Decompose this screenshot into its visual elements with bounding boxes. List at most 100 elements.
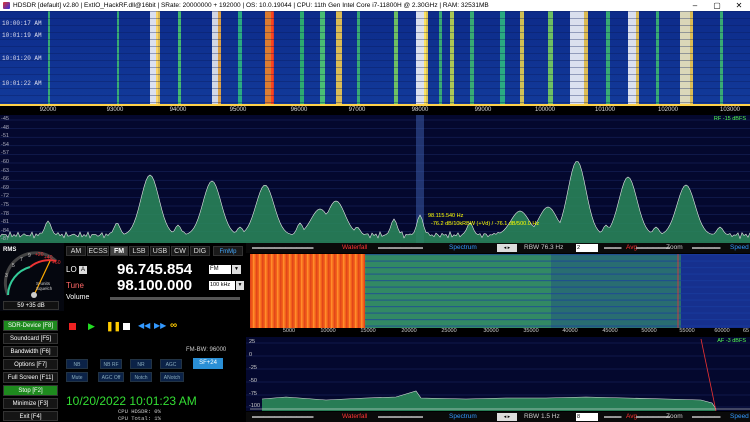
rf-spectrum-plot	[0, 115, 750, 243]
avg-slider[interactable]: ▬▬▬	[604, 413, 621, 420]
freq-tick: 101000	[594, 107, 616, 113]
s-scale-tick: +60	[52, 260, 61, 266]
rewind-icon[interactable]: ◀◀	[138, 321, 150, 330]
stereo-sf-button[interactable]: SF+24	[193, 358, 223, 369]
arrows-stepper[interactable]: ◂ ▸	[497, 413, 517, 421]
sdr-device-button[interactable]: SDR-Device [F8]	[3, 320, 58, 331]
soundcard-button[interactable]: Soundcard [F5]	[3, 333, 58, 344]
waterfall-label: Waterfall	[342, 244, 368, 251]
freq-tick: 94000	[169, 107, 187, 113]
transport-bar: ▶ ❚❚ ◀◀ ▶▶ ∞	[66, 320, 186, 332]
forward-icon[interactable]: ▶▶	[154, 321, 166, 330]
agc-off-button[interactable]: AGC Off	[98, 372, 124, 382]
minimize-window-icon[interactable]: –	[684, 1, 706, 10]
af-level-label: AF -3 dBFS	[717, 338, 746, 344]
nr-button[interactable]: NR	[130, 359, 152, 369]
stop-icon[interactable]	[123, 323, 130, 330]
freq-tick: 100000	[534, 107, 556, 113]
nb-rf-button[interactable]: NB RF	[100, 359, 122, 369]
waterfall-control-bar: ▬▬▬▬▬▬▬▬▬▬▬ Waterfall ▬▬▬▬▬▬▬▬ Spectrum …	[246, 243, 750, 253]
zoom-slider[interactable]: ▬▬▬▬▬	[692, 244, 720, 251]
pause-icon[interactable]: ❚❚	[106, 321, 121, 332]
main-waterfall[interactable]: 10:00:17 AM 10:01:19 AM 10:01:20 AM 10:0…	[0, 11, 750, 106]
zoom-freq-tick: 20000	[401, 328, 417, 334]
freq-tick: 103000	[719, 107, 741, 113]
waterfall-timestamp: 10:00:17 AM	[2, 20, 42, 27]
mode-dig-button[interactable]: DIG	[190, 246, 210, 256]
cursor-frequency: 98.115.540 Hz	[428, 213, 464, 219]
zoom-freq-tick: 10000	[320, 328, 336, 334]
freq-tick: 95000	[229, 107, 247, 113]
avg-level-slider[interactable]: ▬▬▬▬▬▬	[636, 413, 670, 420]
rbw-select[interactable]: 2	[576, 244, 598, 252]
record-icon[interactable]	[69, 323, 76, 330]
speed-label: Speed	[730, 413, 749, 420]
tune-step-select[interactable]: 100 kHz	[209, 281, 235, 290]
fmmp-button[interactable]: FmMp	[213, 246, 243, 256]
close-window-icon[interactable]: ✕	[728, 1, 750, 10]
freq-tick: 102000	[657, 107, 679, 113]
zoom-freq-tick: 55000	[679, 328, 695, 334]
minimize-button[interactable]: Minimize [F3]	[3, 398, 58, 409]
zoom-freq-tick: 35000	[523, 328, 539, 334]
rf-spectrum[interactable]: -45 -48 -51 -54 -57 -60 -63 -66 -69 -72 -75 -78 -81-…	[0, 115, 750, 243]
lo-a-button[interactable]: A	[79, 266, 87, 274]
zoom-label: Zoom	[666, 413, 683, 420]
agc-button[interactable]: AGC	[160, 359, 182, 369]
zoom-slider[interactable]: ▬▬▬▬▬	[692, 413, 720, 420]
avg-slider[interactable]: ▬▬▬	[604, 244, 621, 251]
loop-icon[interactable]: ∞	[170, 320, 177, 331]
cpu-total: CPU Total: 1%	[118, 415, 161, 422]
lo-frequency[interactable]: 96.745.854	[117, 261, 192, 278]
af-y-label: 0	[249, 352, 253, 358]
volume-slider[interactable]	[110, 297, 240, 300]
af-spectrum-plot	[246, 338, 750, 411]
waterfall-label: Waterfall	[342, 413, 368, 420]
window-title: HDSDR [default] v2.80 | ExtIO_HackRF.dll…	[13, 2, 489, 9]
mode-usb-button[interactable]: USB	[150, 246, 170, 256]
notch-button[interactable]: Notch	[130, 372, 152, 382]
mode-fm-button[interactable]: FM	[110, 246, 128, 256]
chevron-down-icon[interactable]: ▼	[236, 281, 244, 290]
anotch-button[interactable]: ANotch	[160, 372, 184, 382]
rf-level-label: RF -15 dBFS	[713, 116, 746, 122]
arrows-stepper[interactable]: ◂ ▸	[497, 244, 517, 252]
mode-lsb-button[interactable]: LSB	[129, 246, 149, 256]
mode-ecss-button[interactable]: ECSS	[87, 246, 109, 256]
full-screen-button[interactable]: Full Screen [F11]	[3, 372, 58, 383]
exit-button[interactable]: Exit [F4]	[3, 411, 58, 421]
waterfall-slider[interactable]: ▬▬▬▬▬▬▬▬▬▬▬	[252, 413, 313, 420]
mute-button[interactable]: Mute	[66, 372, 88, 382]
options-button[interactable]: Options [F7]	[3, 359, 58, 370]
nb-button[interactable]: NB	[66, 359, 88, 369]
zoom-freq-tick: 5000	[282, 328, 296, 334]
zoom-freq-tick: 50000	[641, 328, 657, 334]
stop-button[interactable]: Stop [F2]	[3, 385, 58, 396]
rf-y-label: -45	[1, 116, 9, 122]
tune-frequency[interactable]: 98.100.000	[117, 277, 192, 294]
zoom-waterfall[interactable]	[250, 254, 750, 328]
rms-label: RMS	[3, 247, 17, 253]
rbw-select[interactable]: 8	[576, 413, 598, 421]
play-icon[interactable]: ▶	[88, 321, 95, 332]
lo-mode-select[interactable]: FM	[209, 265, 231, 274]
rbw-label: RBW 76.3 Hz	[524, 244, 564, 251]
af-control-bar: ▬▬▬▬▬▬▬▬▬▬▬ Waterfall ▬▬▬▬▬▬▬▬ Spectrum …	[246, 412, 750, 422]
title-bar: HDSDR [default] v2.80 | ExtIO_HackRF.dll…	[0, 0, 750, 11]
control-panel: RMS 3 5 7 9 +20 +40 +60 S-units Squelch …	[0, 243, 246, 422]
waterfall-contrast-slider[interactable]: ▬▬▬▬▬▬▬▬	[378, 244, 423, 251]
chevron-down-icon[interactable]: ▼	[232, 265, 241, 274]
maximize-window-icon[interactable]: ▢	[706, 1, 728, 10]
datetime-display: 10/20/2022 10:01:23 AM	[66, 394, 197, 408]
waterfall-slider[interactable]: ▬▬▬▬▬▬▬▬▬▬▬	[252, 244, 313, 251]
af-spectrum[interactable]: 25 0 -25 -50 -75 -100 AF -3 dBFS	[246, 337, 750, 411]
cursor-info: -76.2 dB/10kRBW (+Vd) / -76.1 dB/500.0 H…	[431, 221, 540, 227]
bandwidth-button[interactable]: Bandwidth [F6]	[3, 346, 58, 357]
rf-y-label: -78	[1, 210, 9, 217]
cpu-hdsdr: CPU HDSDR: 0%	[118, 408, 161, 415]
waterfall-contrast-slider[interactable]: ▬▬▬▬▬▬▬▬	[378, 413, 423, 420]
mode-am-button[interactable]: AM	[66, 246, 86, 256]
mode-cw-button[interactable]: CW	[171, 246, 189, 256]
app-icon	[3, 2, 10, 9]
avg-level-slider[interactable]: ▬▬▬▬▬▬	[636, 244, 670, 251]
